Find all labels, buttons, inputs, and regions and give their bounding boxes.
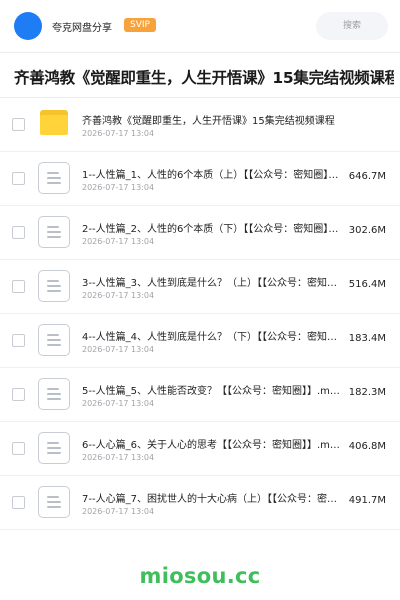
file-size: 406.8M	[348, 441, 386, 452]
file-date: 2026-07-17 13:04	[82, 183, 155, 192]
file-name: 3--人性篇_3、人性到底是什么？（上）【【公众号：密知圈】】.mp4	[82, 278, 342, 289]
file-size: 182.3M	[348, 387, 386, 398]
brand-watermark: miosou.cc	[139, 564, 261, 588]
file-size: 183.4M	[348, 333, 386, 344]
file-date: 2026-07-17 13:04	[82, 237, 155, 246]
file-size: 646.7M	[348, 171, 386, 182]
search-input[interactable]: 搜索	[316, 12, 388, 40]
file-size: 491.7M	[348, 495, 386, 506]
file-name: 1--人性篇_1、人性的6个本质（上）【【公众号：密知圈】】.mp4	[82, 170, 342, 181]
svip-badge: SVIP	[124, 18, 156, 32]
username: 夸克网盘分享	[52, 23, 112, 34]
file-date: 2026-07-17 13:04	[82, 507, 155, 516]
file-name: 5--人性篇_5、人性能否改变？【【公众号：密知圈】】.mp4	[82, 386, 342, 397]
page-title: 齐善鸿教《觉醒即重生，人生开悟课》15集完结视频课程	[14, 69, 394, 87]
file-row[interactable]: 5--人性篇_5、人性能否改变？【【公众号：密知圈】】.mp4 2026-07-1…	[0, 368, 400, 422]
file-date: 2026-07-17 13:04	[82, 453, 155, 462]
document-icon	[38, 486, 70, 518]
row-checkbox[interactable]	[12, 442, 25, 455]
file-row[interactable]: 4--人性篇_4、人性到底是什么？（下）【【公众号：密知圈】】.mp4 2026-…	[0, 314, 400, 368]
row-checkbox[interactable]	[12, 388, 25, 401]
file-date: 2026-07-17 13:04	[82, 291, 155, 300]
row-checkbox[interactable]	[12, 280, 25, 293]
file-name: 2--人性篇_2、人性的6个本质（下）【【公众号：密知圈】】.mp4	[82, 224, 342, 235]
file-row[interactable]: 6--人心篇_6、关于人心的思考【【公众号：密知圈】】.mp4 2026-07-1…	[0, 422, 400, 476]
folder-row[interactable]: 齐善鸿教《觉醒即重生，人生开悟课》15集完结视频课程 2026-07-17 13…	[0, 98, 400, 152]
file-row[interactable]: 1--人性篇_1、人性的6个本质（上）【【公众号：密知圈】】.mp4 2026-0…	[0, 152, 400, 206]
file-size: 516.4M	[348, 279, 386, 290]
document-icon	[38, 378, 70, 410]
title-bar: 齐善鸿教《觉醒即重生，人生开悟课》15集完结视频课程	[0, 52, 400, 98]
row-checkbox[interactable]	[12, 334, 25, 347]
file-name: 7--人心篇_7、困扰世人的十大心病（上）【【公众号：密知圈】】.mp4	[82, 494, 342, 505]
file-row[interactable]: 7--人心篇_7、困扰世人的十大心病（上）【【公众号：密知圈】】.mp4 2026…	[0, 476, 400, 530]
document-icon	[38, 162, 70, 194]
document-icon	[38, 324, 70, 356]
document-icon	[38, 432, 70, 464]
row-checkbox[interactable]	[12, 118, 25, 131]
file-list: 齐善鸿教《觉醒即重生，人生开悟课》15集完结视频课程 2026-07-17 13…	[0, 98, 400, 530]
row-checkbox[interactable]	[12, 172, 25, 185]
row-checkbox[interactable]	[12, 496, 25, 509]
avatar[interactable]	[14, 12, 42, 40]
header: 夸克网盘分享 SVIP 搜索	[0, 0, 400, 52]
file-name: 6--人心篇_6、关于人心的思考【【公众号：密知圈】】.mp4	[82, 440, 342, 451]
row-checkbox[interactable]	[12, 226, 25, 239]
document-icon	[38, 216, 70, 248]
file-name: 4--人性篇_4、人性到底是什么？（下）【【公众号：密知圈】】.mp4	[82, 332, 342, 343]
file-row[interactable]: 2--人性篇_2、人性的6个本质（下）【【公众号：密知圈】】.mp4 2026-0…	[0, 206, 400, 260]
file-date: 2026-07-17 13:04	[82, 345, 155, 354]
file-size: 302.6M	[348, 225, 386, 236]
document-icon	[38, 270, 70, 302]
folder-icon	[40, 110, 68, 135]
file-row[interactable]: 3--人性篇_3、人性到底是什么？（上）【【公众号：密知圈】】.mp4 2026-…	[0, 260, 400, 314]
folder-name: 齐善鸿教《觉醒即重生，人生开悟课》15集完结视频课程	[82, 116, 335, 127]
folder-date: 2026-07-17 13:04	[82, 129, 155, 138]
file-date: 2026-07-17 13:04	[82, 399, 155, 408]
